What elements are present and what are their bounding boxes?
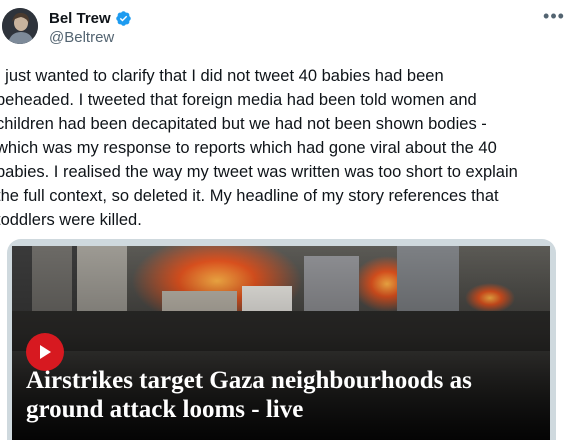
link-card[interactable]: Airstrikes target Gaza neighbourhoods as… — [7, 239, 556, 440]
tweet: Bel Trew @Beltrew ••• I just wanted to c… — [0, 0, 577, 446]
verified-badge-icon — [115, 10, 132, 27]
avatar[interactable] — [2, 8, 38, 44]
display-name[interactable]: Bel Trew — [49, 10, 111, 27]
author-name-row[interactable]: Bel Trew — [49, 9, 132, 27]
card-image: Airstrikes target Gaza neighbourhoods as… — [12, 246, 550, 440]
more-options-icon[interactable]: ••• — [542, 6, 566, 26]
card-headline[interactable]: Airstrikes target Gaza neighbourhoods as… — [26, 366, 546, 424]
author-handle[interactable]: @Beltrew — [49, 29, 114, 46]
avatar-image — [2, 8, 38, 44]
tweet-text: I just wanted to clarify that I did not … — [0, 67, 518, 229]
